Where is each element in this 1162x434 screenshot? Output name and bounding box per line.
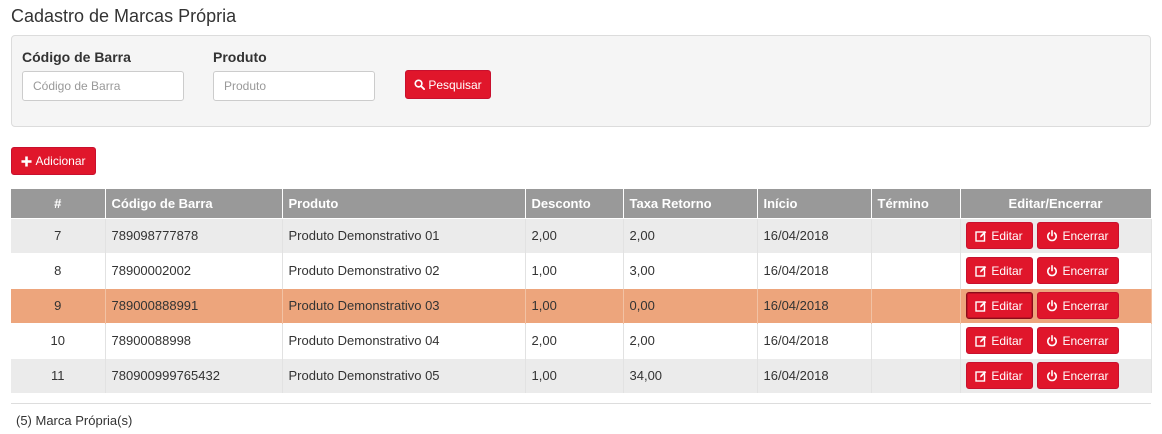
cell-return-rate: 2,00 bbox=[623, 217, 758, 253]
edit-button[interactable]: Editar bbox=[965, 362, 1033, 390]
edit-button-label: Editar bbox=[991, 333, 1023, 348]
close-button[interactable]: Encerrar bbox=[1036, 362, 1119, 390]
column-header-end[interactable]: Término bbox=[871, 189, 961, 218]
footer-divider bbox=[11, 403, 1151, 404]
cell-actions: Editar Encerrar bbox=[960, 357, 1152, 393]
cell-end bbox=[871, 357, 961, 393]
column-header-return-rate[interactable]: Taxa Retorno bbox=[623, 189, 758, 218]
cell-discount: 2,00 bbox=[525, 322, 624, 358]
cell-product: Produto Demonstrativo 02 bbox=[282, 252, 526, 288]
edit-button-label: Editar bbox=[991, 263, 1023, 278]
cell-product: Produto Demonstrativo 04 bbox=[282, 322, 526, 358]
cell-end bbox=[871, 287, 961, 323]
cell-discount: 1,00 bbox=[525, 287, 624, 323]
edit-button-label: Editar bbox=[991, 368, 1023, 383]
column-header-barcode[interactable]: Código de Barra bbox=[105, 189, 283, 218]
table-row[interactable]: 8 78900002002 Produto Demonstrativo 02 1… bbox=[11, 252, 1152, 288]
edit-button-label: Editar bbox=[991, 228, 1023, 243]
column-header-actions: Editar/Encerrar bbox=[960, 189, 1152, 218]
edit-icon bbox=[975, 230, 987, 242]
edit-button-label: Editar bbox=[991, 298, 1023, 313]
cell-start: 16/04/2018 bbox=[757, 357, 872, 393]
cell-discount: 1,00 bbox=[525, 357, 624, 393]
edit-icon bbox=[975, 300, 987, 312]
cell-discount: 1,00 bbox=[525, 252, 624, 288]
add-button[interactable]: Adicionar bbox=[11, 147, 96, 175]
barcode-input[interactable] bbox=[22, 71, 184, 101]
brands-table: # Código de Barra Produto Desconto Taxa … bbox=[11, 189, 1152, 393]
cell-actions: Editar Encerrar bbox=[960, 217, 1152, 253]
column-header-id[interactable]: # bbox=[11, 189, 106, 218]
cell-product: Produto Demonstrativo 03 bbox=[282, 287, 526, 323]
close-button-label: Encerrar bbox=[1062, 228, 1109, 243]
cell-barcode: 780900999765432 bbox=[105, 357, 283, 393]
cell-start: 16/04/2018 bbox=[757, 217, 872, 253]
cell-start: 16/04/2018 bbox=[757, 287, 872, 323]
table-row[interactable]: 10 78900088998 Produto Demonstrativo 04 … bbox=[11, 322, 1152, 358]
column-header-start[interactable]: Início bbox=[757, 189, 872, 218]
close-button-label: Encerrar bbox=[1062, 298, 1109, 313]
cell-id: 11 bbox=[11, 357, 106, 393]
table-row[interactable]: 11 780900999765432 Produto Demonstrativo… bbox=[11, 357, 1152, 393]
close-button-label: Encerrar bbox=[1062, 263, 1109, 278]
close-button[interactable]: Encerrar bbox=[1036, 327, 1119, 354]
search-button[interactable]: Pesquisar bbox=[405, 70, 491, 99]
cell-actions: Editar Encerrar bbox=[960, 287, 1152, 323]
column-header-discount[interactable]: Desconto bbox=[525, 189, 624, 218]
edit-icon bbox=[975, 335, 987, 347]
edit-button[interactable]: Editar bbox=[965, 327, 1033, 354]
cell-start: 16/04/2018 bbox=[757, 322, 872, 358]
close-button-label: Encerrar bbox=[1062, 368, 1109, 383]
cell-start: 16/04/2018 bbox=[757, 252, 872, 288]
cell-barcode: 78900088998 bbox=[105, 322, 283, 358]
power-icon bbox=[1047, 369, 1058, 381]
cell-product: Produto Demonstrativo 05 bbox=[282, 357, 526, 393]
cell-end bbox=[871, 252, 961, 288]
cell-end bbox=[871, 217, 961, 253]
edit-button[interactable]: Editar bbox=[965, 222, 1033, 249]
filter-panel: Código de Barra Produto Pesquisar bbox=[11, 35, 1151, 127]
close-button[interactable]: Encerrar bbox=[1036, 292, 1119, 319]
product-label: Produto bbox=[213, 49, 267, 65]
power-icon bbox=[1047, 229, 1058, 241]
cell-discount: 2,00 bbox=[525, 217, 624, 253]
cell-product: Produto Demonstrativo 01 bbox=[282, 217, 526, 253]
table-header-row: # Código de Barra Produto Desconto Taxa … bbox=[11, 189, 1152, 218]
table-row-selected[interactable]: 9 789000888991 Produto Demonstrativo 03 … bbox=[11, 287, 1152, 323]
cell-id: 10 bbox=[11, 322, 106, 358]
cell-actions: Editar Encerrar bbox=[960, 322, 1152, 358]
cell-return-rate: 34,00 bbox=[623, 357, 758, 393]
cell-barcode: 78900002002 bbox=[105, 252, 283, 288]
cell-id: 8 bbox=[11, 252, 106, 288]
table-row[interactable]: 7 789098777878 Produto Demonstrativo 01 … bbox=[11, 217, 1152, 253]
cell-id: 7 bbox=[11, 217, 106, 253]
search-icon bbox=[414, 79, 426, 90]
edit-icon bbox=[975, 265, 987, 277]
close-button[interactable]: Encerrar bbox=[1036, 257, 1119, 284]
page-title: Cadastro de Marcas Própria bbox=[11, 6, 237, 26]
power-icon bbox=[1047, 264, 1058, 276]
cell-return-rate: 2,00 bbox=[623, 322, 758, 358]
power-icon bbox=[1047, 334, 1058, 346]
record-count: (5) Marca Própria(s) bbox=[16, 413, 133, 428]
power-icon bbox=[1047, 299, 1058, 311]
add-button-label: Adicionar bbox=[35, 154, 86, 168]
cell-barcode: 789000888991 bbox=[105, 287, 283, 323]
close-button-label: Encerrar bbox=[1062, 333, 1109, 348]
cell-return-rate: 0,00 bbox=[623, 287, 758, 323]
cell-return-rate: 3,00 bbox=[623, 252, 758, 288]
close-button[interactable]: Encerrar bbox=[1036, 222, 1119, 249]
edit-button[interactable]: Editar bbox=[965, 292, 1033, 319]
product-input[interactable] bbox=[213, 71, 375, 101]
plus-icon bbox=[21, 155, 33, 167]
edit-icon bbox=[975, 370, 987, 382]
column-header-product[interactable]: Produto bbox=[282, 189, 526, 218]
cell-id: 9 bbox=[11, 287, 106, 323]
search-button-label: Pesquisar bbox=[428, 77, 482, 92]
cell-actions: Editar Encerrar bbox=[960, 252, 1152, 288]
barcode-label: Código de Barra bbox=[22, 49, 131, 65]
cell-barcode: 789098777878 bbox=[105, 217, 283, 253]
cell-end bbox=[871, 322, 961, 358]
edit-button[interactable]: Editar bbox=[965, 257, 1033, 284]
